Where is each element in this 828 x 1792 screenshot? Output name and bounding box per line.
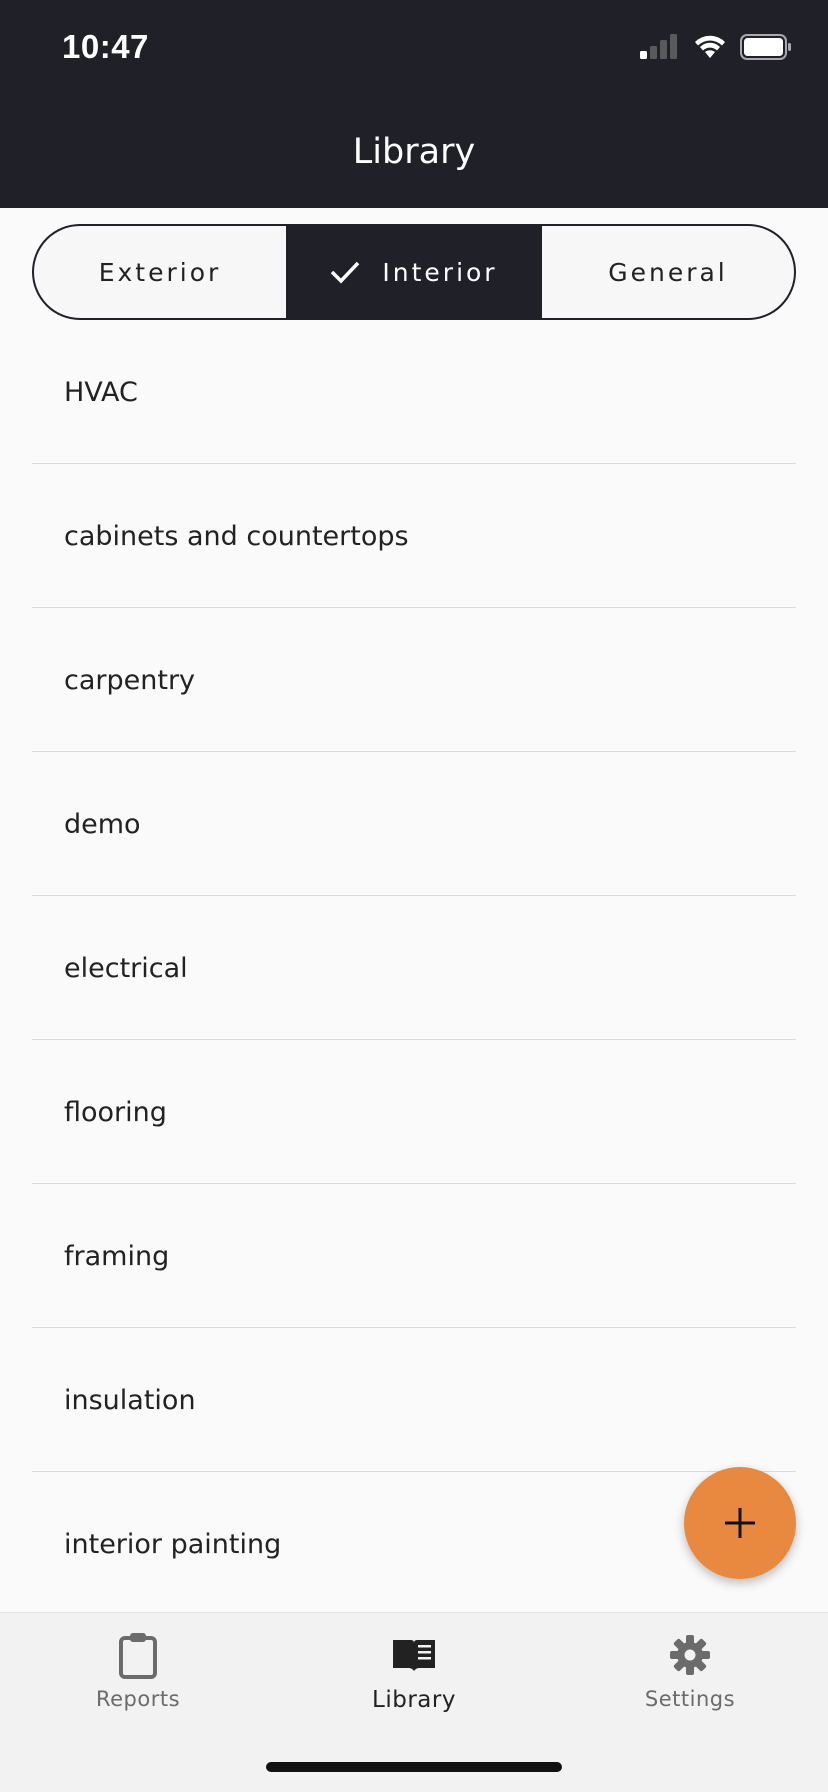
book-icon	[391, 1631, 437, 1679]
signal-icon	[640, 34, 677, 59]
tab-label: Settings	[644, 1687, 736, 1711]
status-icons	[640, 34, 792, 60]
wifi-icon	[695, 35, 725, 58]
list-item-label: demo	[64, 808, 141, 840]
segment-label: Interior	[382, 257, 498, 287]
tab-settings[interactable]: Settings	[552, 1613, 828, 1733]
list-item-label: HVAC	[64, 376, 138, 408]
home-indicator	[266, 1762, 562, 1772]
list-item-label: electrical	[64, 952, 188, 984]
list-item-label: insulation	[64, 1384, 196, 1416]
list-item[interactable]: flooring	[0, 1040, 828, 1184]
list-item[interactable]: insulation	[0, 1328, 828, 1472]
gear-icon	[669, 1631, 711, 1679]
clipboard-icon	[118, 1631, 158, 1679]
list-item[interactable]: carpentry	[0, 608, 828, 752]
list-item-label: cabinets and countertops	[64, 520, 409, 552]
list-item-label: flooring	[64, 1096, 167, 1128]
segment-interior[interactable]: Interior	[286, 226, 540, 318]
tab-reports[interactable]: Reports	[0, 1613, 276, 1733]
tab-label: Library	[372, 1687, 456, 1713]
app-header: 10:47 Library	[0, 0, 828, 208]
library-list: HVAC cabinets and countertops carpentry …	[0, 320, 828, 1616]
tab-library[interactable]: Library	[276, 1613, 552, 1733]
list-item-label: framing	[64, 1240, 170, 1272]
add-button[interactable]	[684, 1467, 796, 1579]
page-title: Library	[352, 132, 476, 172]
category-segmented-control: Exterior Interior General	[32, 224, 796, 320]
checkmark-icon	[330, 260, 360, 284]
segment-label: General	[608, 257, 728, 287]
list-item-label: carpentry	[64, 664, 196, 696]
list-item[interactable]: electrical	[0, 896, 828, 1040]
list-item[interactable]: framing	[0, 1184, 828, 1328]
status-time: 10:47	[62, 28, 149, 65]
segment-exterior[interactable]: Exterior	[34, 226, 286, 318]
list-item-label: interior painting	[64, 1528, 282, 1560]
tab-label: Reports	[95, 1687, 181, 1711]
segment-label: Exterior	[98, 257, 222, 287]
list-item[interactable]: demo	[0, 752, 828, 896]
battery-icon	[740, 34, 791, 60]
list-item[interactable]: HVAC	[0, 320, 828, 464]
segment-general[interactable]: General	[540, 226, 794, 318]
plus-icon	[725, 1508, 755, 1538]
list-item[interactable]: cabinets and countertops	[0, 464, 828, 608]
